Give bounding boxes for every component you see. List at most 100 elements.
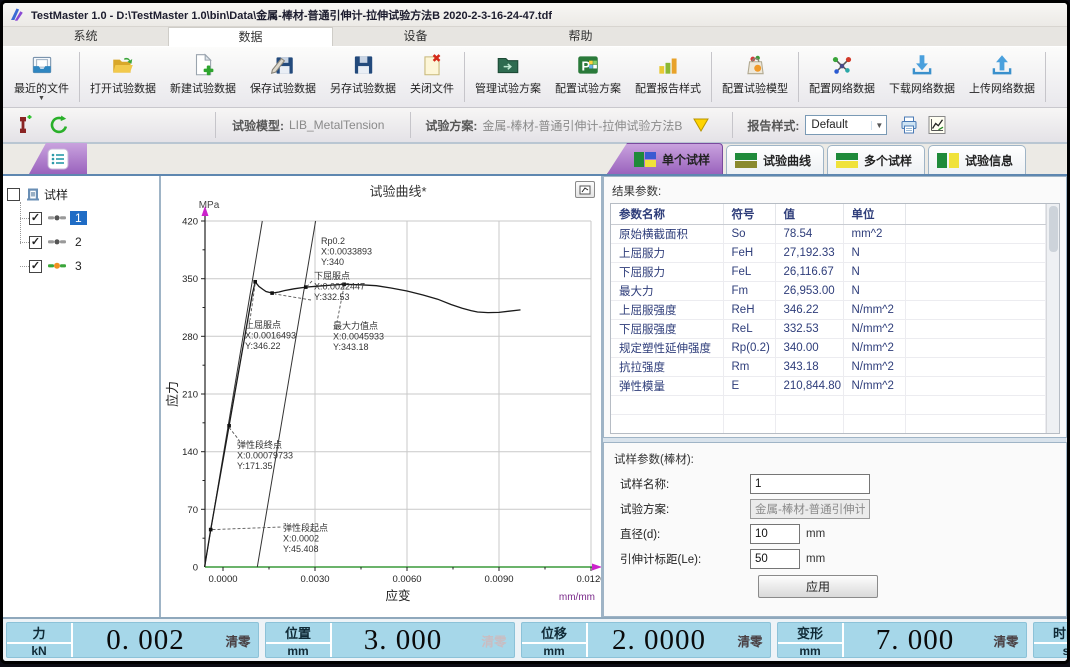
axis-ticks xyxy=(201,221,591,571)
chart-maximize-button[interactable] xyxy=(575,181,595,198)
new-test-data-button[interactable]: 新建试验数据 xyxy=(163,49,243,105)
scheme-warning-dropdown-icon[interactable] xyxy=(692,117,710,133)
displacement-label: 位移 xyxy=(522,623,586,644)
position-value: 3. 000 xyxy=(332,623,474,657)
results-scrollbar[interactable] xyxy=(1046,204,1059,433)
scheme-config-icon: P xyxy=(575,52,601,78)
deformation-unit: mm xyxy=(778,644,842,658)
tab-test-curve[interactable]: 试验曲线 xyxy=(726,145,824,174)
annotation-max-force: 最大力值点X:0.0045933Y:343.18 xyxy=(333,320,384,352)
x-axis-arrow xyxy=(592,564,601,571)
add-specimen-button[interactable] xyxy=(9,111,37,139)
print-report-button[interactable] xyxy=(895,111,923,139)
svg-text:350: 350 xyxy=(182,274,198,285)
apply-button[interactable]: 应用 xyxy=(758,575,878,598)
tree-item-specimen-3[interactable]: ✓ 3 xyxy=(17,254,155,278)
main-toolbar: 最近的文件 ▼ 打开试验数据 新建试验数据 xyxy=(3,46,1067,108)
menu-help[interactable]: 帮助 xyxy=(498,27,663,46)
chevron-down-icon: ▼ xyxy=(38,96,45,102)
specimen-3-checkbox[interactable]: ✓ xyxy=(29,260,42,273)
maximize-chart-icon xyxy=(579,185,591,195)
open-folder-icon xyxy=(110,52,136,78)
force-label: 力 xyxy=(7,623,71,644)
download-network-data-button[interactable]: 下载网络数据 xyxy=(882,49,962,105)
specimen-params-panel: 试样参数(棒材): 试样名称: 试验方案: 直径(d): mm 引伸计标距(Le… xyxy=(603,442,1067,617)
svg-text:0.0000: 0.0000 xyxy=(208,574,237,585)
scheme-value: 金属-棒材-普通引伸计-拉伸试验方法B xyxy=(482,117,682,134)
deformation-label: 变形 xyxy=(778,623,842,644)
right-region: 结果参数: 参数名称符号 值单位 原始横截面积So78.54mm^2 上屈服力F… xyxy=(603,176,1067,617)
tree-item-specimen-2[interactable]: ✓ 2 xyxy=(17,230,155,254)
specimen-tree-panel: 试样 ✓ 1 ✓ 2 xyxy=(3,176,161,617)
displacement-clear-button[interactable]: 清零 xyxy=(730,623,770,657)
open-test-data-button[interactable]: 打开试验数据 xyxy=(83,49,163,105)
root-checkbox[interactable] xyxy=(7,188,20,201)
y-tick-labels: 420 350 280 210 140 70 0 xyxy=(182,217,198,574)
tab-single-specimen[interactable]: 单个试样 xyxy=(607,143,723,174)
specimen-icon xyxy=(11,113,35,137)
position-clear-button[interactable]: 清零 xyxy=(474,623,514,657)
table-row[interactable]: 上屈服强度ReH346.22N/mm^2 xyxy=(611,300,1046,319)
preview-report-button[interactable] xyxy=(923,111,951,139)
tab-multi-specimen[interactable]: 多个试样 xyxy=(827,145,925,174)
table-row[interactable]: 下屈服力FeL26,116.67N xyxy=(611,262,1046,281)
tree-panel-tab[interactable] xyxy=(29,143,87,174)
table-row[interactable]: 弹性模量E210,844.80N/mm^2 xyxy=(611,376,1046,395)
gauge-length-label: 引伸计标距(Le): xyxy=(612,551,750,567)
menu-data[interactable]: 数据 xyxy=(168,27,333,46)
svg-text:210: 210 xyxy=(182,390,198,401)
config-test-scheme-button[interactable]: P 配置试验方案 xyxy=(548,49,628,105)
network-icon xyxy=(829,52,855,78)
diameter-label: 直径(d): xyxy=(612,526,750,542)
specimen-list-icon xyxy=(47,148,69,170)
table-row[interactable]: 规定塑性延伸强度Rp(0.2)340.00N/mm^2 xyxy=(611,338,1046,357)
gauge-length-input[interactable] xyxy=(750,549,800,569)
toolbar-divider xyxy=(1045,52,1046,102)
results-section-label: 结果参数: xyxy=(612,183,1060,199)
diameter-input[interactable] xyxy=(750,524,800,544)
manage-test-scheme-button[interactable]: 管理试验方案 xyxy=(468,49,548,105)
diameter-unit: mm xyxy=(806,528,825,540)
app-window: TestMaster 1.0 - D:\TestMaster 1.0\bin\D… xyxy=(3,3,1067,661)
save-test-data-button[interactable]: 保存试验数据 xyxy=(243,49,323,105)
save-as-test-data-button[interactable]: 另存试验数据 xyxy=(323,49,403,105)
report-bars-icon xyxy=(655,52,681,78)
tree-item-specimen-1[interactable]: ✓ 1 xyxy=(17,206,155,230)
menu-system[interactable]: 系统 xyxy=(3,27,168,46)
specimen-1-checkbox[interactable]: ✓ xyxy=(29,212,42,225)
specimen-name-input[interactable] xyxy=(750,474,870,494)
model-label: 试验模型: xyxy=(232,117,284,134)
recent-files-button[interactable]: 最近的文件 ▼ xyxy=(7,49,76,105)
table-row[interactable]: 下屈服强度ReL332.53N/mm^2 xyxy=(611,319,1046,338)
tab-test-info[interactable]: 试验信息 xyxy=(928,145,1026,174)
specimen-1-label: 1 xyxy=(70,211,87,225)
chevron-down-icon: ▼ xyxy=(871,121,886,130)
config-network-data-button[interactable]: 配置网络数据 xyxy=(802,49,882,105)
force-clear-button[interactable]: 清零 xyxy=(218,623,258,657)
close-file-button[interactable]: 关闭文件 xyxy=(403,49,461,105)
upload-network-data-button[interactable]: 上传网络数据 xyxy=(962,49,1042,105)
specimen-2-checkbox[interactable]: ✓ xyxy=(29,236,42,249)
tree-root[interactable]: 试样 xyxy=(7,182,155,206)
table-row[interactable]: 上屈服力FeH27,192.33N xyxy=(611,243,1046,262)
toolbar-divider xyxy=(410,112,411,138)
config-test-model-button[interactable]: 配置试验模型 xyxy=(715,49,795,105)
deformation-clear-button[interactable]: 清零 xyxy=(986,623,1026,657)
chart-annotations: Rp0.2X:0.0033893Y:340 下屈服点X:0.0022447Y:3… xyxy=(237,236,384,554)
refresh-button[interactable] xyxy=(45,111,73,139)
table-row[interactable]: 最大力Fm26,953.00N xyxy=(611,281,1046,300)
report-style-select[interactable]: Default ▼ xyxy=(805,115,887,135)
time-channel: 时间 s xyxy=(1033,622,1067,658)
svg-text:0.0060: 0.0060 xyxy=(392,574,421,585)
config-report-style-button[interactable]: 配置报告样式 xyxy=(628,49,708,105)
secondary-toolbar: 试验模型: LIB_MetalTension 试验方案: 金属-棒材-普通引伸计… xyxy=(3,108,1067,144)
gauge-length-unit: mm xyxy=(806,553,825,565)
test-scheme-label: 试验方案: xyxy=(612,501,750,517)
table-row[interactable]: 抗拉强度Rm343.18N/mm^2 xyxy=(611,357,1046,376)
svg-text:0.0090: 0.0090 xyxy=(484,574,513,585)
table-row[interactable]: 原始横截面积So78.54mm^2 xyxy=(611,224,1046,243)
force-value: 0. 002 xyxy=(73,623,218,657)
menu-device[interactable]: 设备 xyxy=(333,27,498,46)
displacement-unit: mm xyxy=(522,644,586,658)
specimen-icon xyxy=(48,261,66,271)
